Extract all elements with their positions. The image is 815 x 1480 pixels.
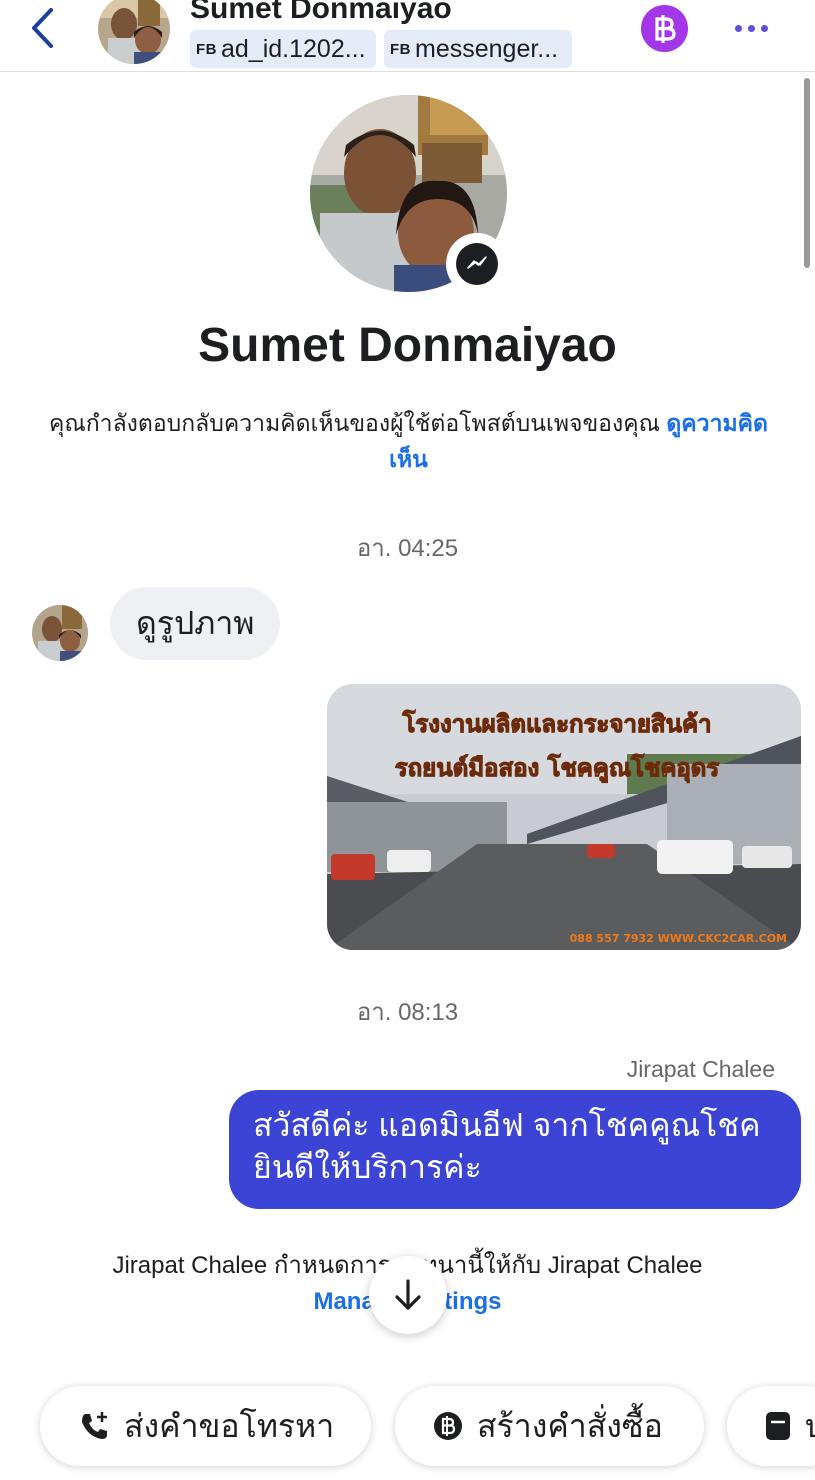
baht-icon (433, 1411, 463, 1441)
avatar-photo (32, 605, 88, 661)
arrow-down-icon (395, 1279, 421, 1310)
car-lot-image: โรงงานผลิตและกระจายสินค้า รถยนต์มือสอง โ… (327, 684, 801, 950)
reply-context-text: คุณกำลังตอบกลับความคิดเห็นของผู้ใช้ต่อโพ… (49, 410, 660, 436)
header-avatar[interactable] (98, 0, 170, 64)
request-call-label: ส่งคำขอโทรหา (124, 1407, 335, 1444)
create-order-label: สร้างคำสั่งซื้อ (477, 1407, 663, 1444)
phone-plus-icon (78, 1410, 110, 1442)
create-order-button[interactable]: สร้างคำสั่งซื้อ (395, 1386, 704, 1466)
image-message[interactable]: โรงงานผลิตและกระจายสินค้า รถยนต์มือสอง โ… (327, 684, 801, 950)
tag-label: messenger... (415, 34, 559, 63)
sender-avatar[interactable] (32, 605, 88, 661)
back-button[interactable] (22, 4, 62, 52)
banner-line-1: โรงงานผลิตและกระจายสินค้า (401, 709, 711, 738)
messenger-icon (467, 256, 487, 269)
tag-label: ad_id.1202... (221, 34, 366, 63)
note-label: บ (805, 1401, 815, 1452)
message-timestamp: อา. 08:13 (356, 999, 459, 1026)
sender-name: Jirapat Chalee (626, 1056, 775, 1082)
more-options-button[interactable] (726, 8, 776, 48)
image-footer: 088 557 7932 WWW.CKC2CAR.COM (570, 932, 787, 945)
reply-context: คุณกำลังตอบกลับความคิดเห็นของผู้ใช้ต่อโพ… (36, 405, 781, 477)
dot (747, 24, 755, 32)
dot (760, 24, 768, 32)
banner-line-2: รถยนต์มือสอง โชคคูณโชคอุดร (395, 753, 720, 784)
fb-prefix: FB (196, 40, 217, 58)
payment-button[interactable] (641, 5, 688, 52)
scrollbar[interactable] (804, 78, 810, 268)
avatar-photo (98, 0, 170, 64)
profile-name: Sumet Donmaiyao (198, 319, 617, 372)
ad-id-tag[interactable]: FB ad_id.1202... (190, 30, 376, 68)
contact-name[interactable]: Sumet Donmaiyao (190, 0, 452, 26)
scroll-to-bottom-button[interactable] (369, 1256, 447, 1334)
outgoing-message[interactable]: สวัสดีค่ะ แอดมินอีฟ จากโชคคูณโชค ยินดีให… (229, 1090, 801, 1209)
dot (734, 24, 742, 32)
chevron-left-icon (32, 8, 53, 48)
incoming-message[interactable]: ดูรูปภาพ (110, 587, 281, 660)
messenger-badge (446, 233, 508, 295)
messenger-icon-circle (456, 243, 498, 285)
messenger-tag[interactable]: FB messenger... (384, 30, 572, 68)
baht-icon (654, 14, 676, 43)
fb-prefix: FB (390, 40, 411, 58)
request-call-button[interactable]: ส่งคำขอโทรหา (40, 1386, 371, 1466)
note-button[interactable]: บ (727, 1386, 815, 1466)
message-timestamp: อา. 04:25 (356, 535, 459, 562)
conversation-header: Sumet Donmaiyao FB ad_id.1202... FB mess… (0, 0, 815, 72)
note-icon (765, 1411, 791, 1441)
